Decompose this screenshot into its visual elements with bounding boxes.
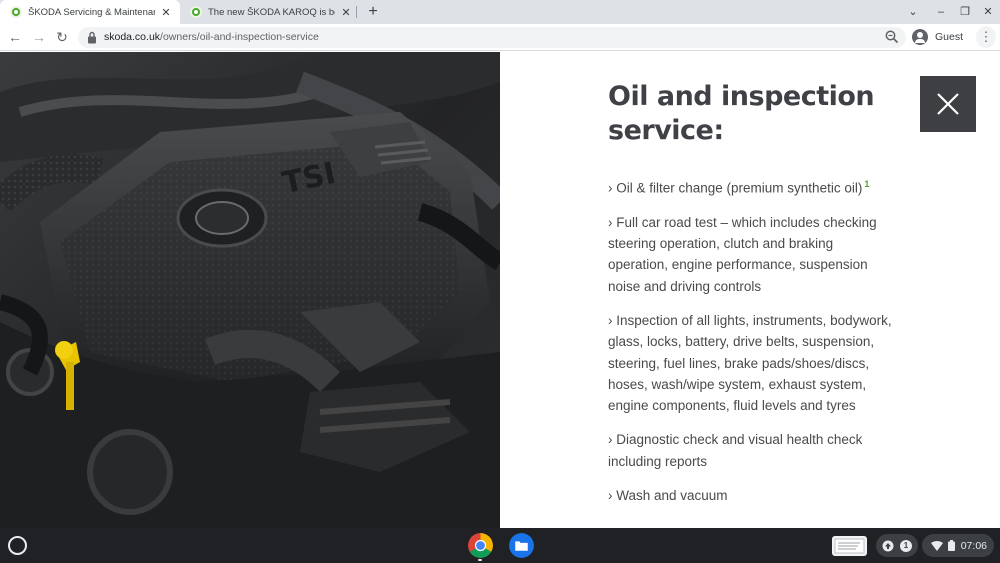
tab-search-dropdown-icon[interactable]: ⌄ bbox=[901, 0, 925, 24]
page-content: TSI Oil and inspection service: › Oil & … bbox=[0, 52, 1000, 528]
engine-bay-image: TSI bbox=[0, 52, 500, 528]
chrome-icon[interactable] bbox=[468, 533, 493, 558]
notification-count-badge: 1 bbox=[900, 539, 912, 552]
service-details-panel: Oil and inspection service: › Oil & filt… bbox=[500, 52, 1000, 528]
wifi-icon bbox=[930, 540, 943, 551]
close-panel-button[interactable] bbox=[920, 76, 976, 132]
update-icon bbox=[882, 540, 894, 551]
restore-button[interactable]: ❐ bbox=[953, 0, 977, 24]
holding-space-thumbnail[interactable] bbox=[832, 536, 867, 556]
list-item: › Diagnostic check and visual health che… bbox=[608, 432, 863, 469]
window-close-button[interactable]: ✕ bbox=[976, 0, 1000, 24]
guest-avatar-icon bbox=[912, 29, 928, 45]
os-shelf: 1 07:06 bbox=[0, 528, 1000, 563]
running-indicator bbox=[478, 559, 482, 561]
new-tab-button[interactable]: + bbox=[364, 2, 382, 22]
forward-button[interactable]: → bbox=[28, 26, 50, 48]
tab-divider bbox=[356, 6, 357, 18]
service-list: › Oil & filter change (premium synthetic… bbox=[608, 174, 893, 519]
clock: 07:06 bbox=[960, 539, 987, 552]
back-button[interactable]: ← bbox=[4, 26, 26, 48]
url-path: /owners/oil-and-inspection-service bbox=[160, 31, 319, 43]
list-item: › Full car road test – which includes ch… bbox=[608, 214, 877, 294]
reload-button[interactable]: ↻ bbox=[51, 26, 73, 48]
tab-skoda-karoq[interactable]: The new ŠKODA KAROQ is being ✕ bbox=[180, 0, 356, 24]
profile-label: Guest bbox=[935, 31, 964, 43]
screenshot-thumbnail-icon bbox=[834, 538, 865, 554]
battery-icon bbox=[947, 540, 955, 551]
skoda-favicon-icon bbox=[10, 6, 22, 18]
url-text[interactable]: skoda.co.uk/owners/oil-and-inspection-se… bbox=[104, 31, 319, 43]
close-icon bbox=[937, 93, 959, 115]
minimize-button[interactable]: – bbox=[929, 0, 953, 24]
address-bar[interactable]: skoda.co.uk/owners/oil-and-inspection-se… bbox=[78, 27, 906, 48]
footnote-link[interactable]: 1 bbox=[864, 179, 869, 189]
tab-title: ŠKODA Servicing & Maintenance bbox=[28, 6, 155, 18]
files-icon[interactable] bbox=[509, 533, 534, 558]
profile-button[interactable]: Guest bbox=[912, 26, 963, 48]
launcher-button[interactable] bbox=[8, 536, 27, 555]
lock-icon[interactable] bbox=[87, 31, 97, 44]
list-item-text: › Oil & filter change (premium synthetic… bbox=[608, 180, 863, 196]
tab-skoda-servicing[interactable]: ŠKODA Servicing & Maintenance ✕ bbox=[0, 0, 180, 24]
browser-toolbar: ← → ↻ skoda.co.uk/owners/oil-and-inspect… bbox=[0, 24, 1000, 51]
list-item: › Inspection of all lights, instruments,… bbox=[608, 312, 892, 414]
status-area[interactable]: 07:06 bbox=[922, 534, 994, 557]
tab-strip: ŠKODA Servicing & Maintenance ✕ The new … bbox=[0, 0, 1000, 24]
notification-tray[interactable]: 1 bbox=[876, 534, 918, 557]
page-title: Oil and inspection service: bbox=[608, 81, 875, 146]
list-item: › Oil & filter change (premium synthetic… bbox=[608, 174, 893, 199]
engine-photo: TSI bbox=[0, 52, 500, 528]
browser-menu-icon[interactable]: ⋮ bbox=[976, 26, 996, 48]
tab-title: The new ŠKODA KAROQ is being bbox=[208, 6, 335, 18]
zoom-icon[interactable] bbox=[884, 29, 900, 45]
skoda-favicon-icon bbox=[190, 6, 202, 18]
tab-close-icon[interactable]: ✕ bbox=[158, 6, 174, 19]
tab-close-icon[interactable]: ✕ bbox=[338, 6, 354, 19]
url-host: skoda.co.uk bbox=[104, 31, 161, 43]
list-item: › Wash and vacuum bbox=[608, 488, 728, 504]
